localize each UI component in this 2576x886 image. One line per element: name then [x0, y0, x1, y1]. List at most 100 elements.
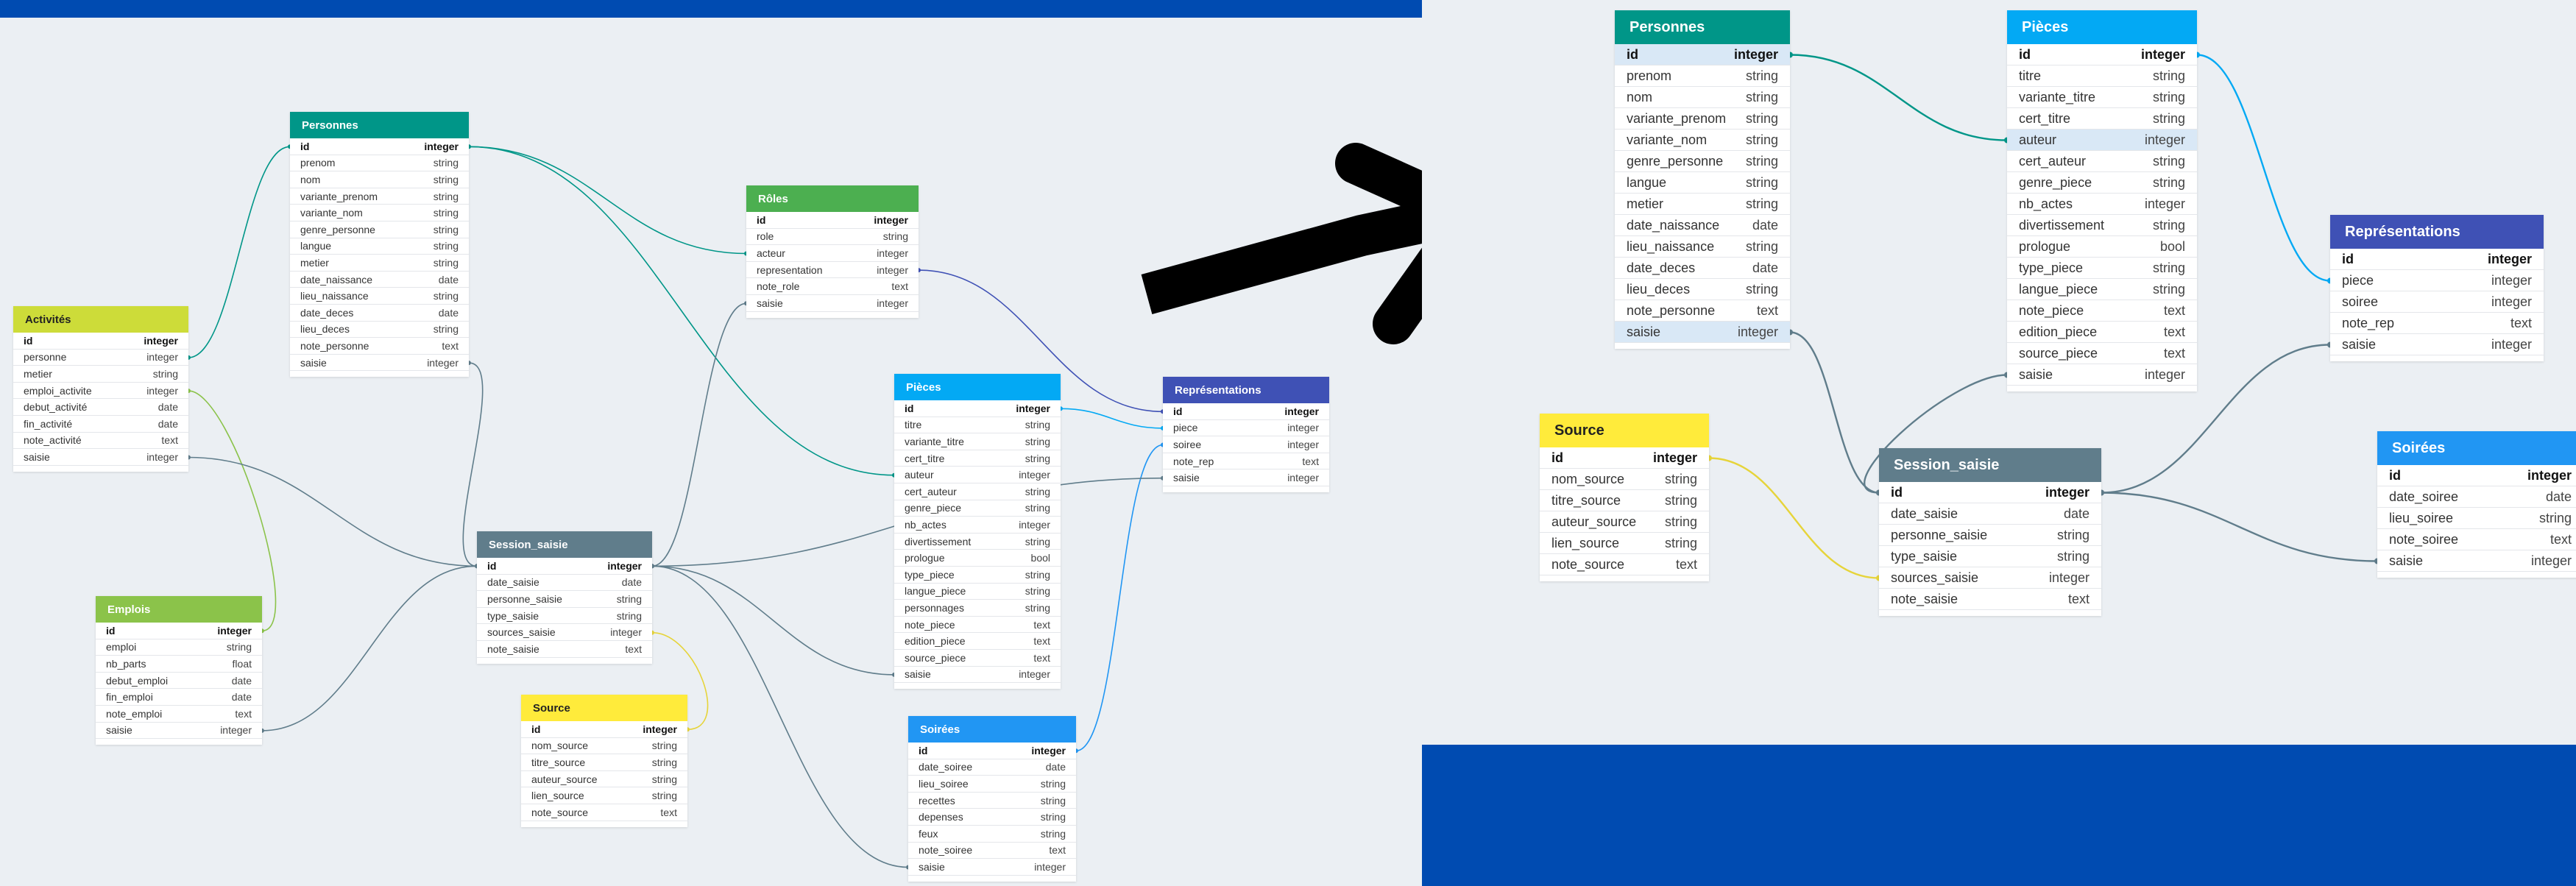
- field-row[interactable]: fin_emploi date: [96, 689, 262, 706]
- field-row[interactable]: nom string: [1615, 87, 1790, 108]
- field-row[interactable]: divertissement string: [894, 534, 1061, 550]
- field-row[interactable]: emploi string: [96, 639, 262, 656]
- field-row[interactable]: date_soiree date: [908, 759, 1076, 776]
- field-row[interactable]: saisie integer: [1163, 469, 1329, 486]
- field-row[interactable]: source_piece text: [894, 650, 1061, 667]
- field-row[interactable]: id integer: [894, 400, 1061, 417]
- field-row[interactable]: id integer: [13, 333, 188, 350]
- field-row[interactable]: prenom string: [1615, 65, 1790, 87]
- field-row[interactable]: type_saisie string: [477, 608, 652, 625]
- table-header[interactable]: Représentations: [2330, 215, 2544, 249]
- field-row[interactable]: acteur integer: [746, 245, 919, 262]
- field-row[interactable]: nb_parts float: [96, 656, 262, 673]
- field-row[interactable]: prenom string: [290, 155, 469, 172]
- field-row[interactable]: note_soiree text: [2377, 529, 2576, 550]
- field-row[interactable]: source_piece text: [2007, 343, 2197, 364]
- field-row[interactable]: cert_auteur string: [2007, 151, 2197, 172]
- table-header[interactable]: Session_saisie: [477, 531, 652, 558]
- field-row[interactable]: saisie integer: [746, 295, 919, 312]
- field-row[interactable]: representation integer: [746, 262, 919, 279]
- field-row[interactable]: variante_nom string: [1615, 130, 1790, 151]
- field-row[interactable]: edition_piece text: [2007, 322, 2197, 343]
- field-row[interactable]: saisie integer: [2377, 550, 2576, 572]
- field-row[interactable]: saisie integer: [2330, 334, 2544, 355]
- field-row[interactable]: saisie integer: [908, 859, 1076, 876]
- field-row[interactable]: note_activité text: [13, 433, 188, 450]
- field-row[interactable]: recettes string: [908, 793, 1076, 809]
- field-row[interactable]: divertissement string: [2007, 215, 2197, 236]
- table-header[interactable]: Personnes: [1615, 10, 1790, 44]
- table-header[interactable]: Représentations: [1163, 377, 1329, 403]
- field-row[interactable]: nb_actes integer: [2007, 194, 2197, 215]
- field-row[interactable]: piece integer: [2330, 270, 2544, 291]
- table-header[interactable]: Soirées: [2377, 431, 2576, 465]
- field-row[interactable]: id integer: [477, 558, 652, 575]
- field-row[interactable]: date_saisie date: [1879, 503, 2101, 525]
- field-row[interactable]: nom string: [290, 171, 469, 188]
- field-row[interactable]: type_saisie string: [1879, 546, 2101, 567]
- table-representations[interactable]: Représentations id integer piece integer soir…: [1163, 377, 1329, 492]
- field-row[interactable]: note_saisie text: [477, 641, 652, 658]
- table-roles[interactable]: Rôles id integer role string acteur integer rep…: [746, 185, 919, 318]
- field-row[interactable]: lieu_soiree string: [2377, 508, 2576, 529]
- table-personnes[interactable]: Personnes id integer prenom string nom string v…: [1615, 10, 1790, 349]
- field-row[interactable]: note_role text: [746, 278, 919, 295]
- field-row[interactable]: id integer: [1163, 403, 1329, 420]
- field-row[interactable]: type_piece string: [2007, 258, 2197, 279]
- field-row[interactable]: personne_saisie string: [1879, 525, 2101, 546]
- table-header[interactable]: Source: [1540, 414, 1709, 447]
- field-row[interactable]: saisie integer: [96, 723, 262, 740]
- field-row[interactable]: edition_piece text: [894, 633, 1061, 650]
- field-row[interactable]: role string: [746, 229, 919, 246]
- field-row[interactable]: langue string: [1615, 172, 1790, 194]
- field-row[interactable]: genre_piece string: [894, 500, 1061, 517]
- field-row[interactable]: nom_source string: [1540, 469, 1709, 490]
- field-row[interactable]: nom_source string: [521, 738, 687, 755]
- field-row[interactable]: sources_saisie integer: [477, 624, 652, 641]
- field-row[interactable]: metier string: [290, 255, 469, 272]
- table-header[interactable]: Soirées: [908, 716, 1076, 743]
- field-row[interactable]: genre_personne string: [1615, 151, 1790, 172]
- table-source[interactable]: Source id integer nom_source string titre_sou…: [1540, 414, 1709, 581]
- field-row[interactable]: note_source text: [1540, 554, 1709, 575]
- field-row[interactable]: id integer: [290, 138, 469, 155]
- table-header[interactable]: Pièces: [894, 374, 1061, 400]
- field-row[interactable]: titre string: [2007, 65, 2197, 87]
- field-row[interactable]: variante_titre string: [894, 433, 1061, 450]
- field-row[interactable]: lieu_naissance string: [1615, 236, 1790, 258]
- field-row[interactable]: id integer: [908, 743, 1076, 759]
- field-row[interactable]: date_soiree date: [2377, 486, 2576, 508]
- table-session-saisie[interactable]: Session_saisie id integer date_saisie date pe…: [477, 531, 652, 664]
- table-personnes[interactable]: Personnes id integer prenom string nom string v…: [290, 112, 469, 378]
- field-row[interactable]: feux string: [908, 826, 1076, 843]
- field-row[interactable]: metier string: [13, 366, 188, 383]
- field-row[interactable]: id integer: [521, 721, 687, 738]
- field-row[interactable]: auteur_source string: [1540, 511, 1709, 533]
- field-row[interactable]: variante_titre string: [2007, 87, 2197, 108]
- field-row[interactable]: emploi_activite integer: [13, 383, 188, 400]
- field-row[interactable]: saisie integer: [2007, 364, 2197, 386]
- field-row[interactable]: saisie integer: [290, 355, 469, 372]
- field-row[interactable]: debut_emploi date: [96, 673, 262, 690]
- field-row[interactable]: prologue bool: [894, 550, 1061, 567]
- table-header[interactable]: Personnes: [290, 112, 469, 138]
- field-row[interactable]: lieu_deces string: [1615, 279, 1790, 300]
- field-row[interactable]: langue_piece string: [894, 584, 1061, 600]
- field-row[interactable]: saisie integer: [13, 449, 188, 466]
- field-row[interactable]: variante_prenom string: [1615, 108, 1790, 130]
- field-row[interactable]: variante_nom string: [290, 205, 469, 222]
- table-header[interactable]: Emplois: [96, 596, 262, 623]
- field-row[interactable]: personne integer: [13, 350, 188, 366]
- field-row[interactable]: titre_source string: [1540, 490, 1709, 511]
- field-row[interactable]: variante_prenom string: [290, 188, 469, 205]
- table-source[interactable]: Source id integer nom_source string titre_sou…: [521, 695, 687, 827]
- field-row[interactable]: genre_piece string: [2007, 172, 2197, 194]
- field-row[interactable]: depenses string: [908, 809, 1076, 826]
- table-header[interactable]: Session_saisie: [1879, 448, 2101, 482]
- field-row[interactable]: titre string: [894, 417, 1061, 434]
- field-row[interactable]: date_naissance date: [290, 272, 469, 288]
- field-row[interactable]: date_saisie date: [477, 575, 652, 592]
- field-row[interactable]: date_deces date: [290, 305, 469, 322]
- table-representations[interactable]: Représentations id integer piece integer soir…: [2330, 215, 2544, 361]
- table-soirees[interactable]: Soirées id integer date_soiree date lieu_soir…: [2377, 431, 2576, 578]
